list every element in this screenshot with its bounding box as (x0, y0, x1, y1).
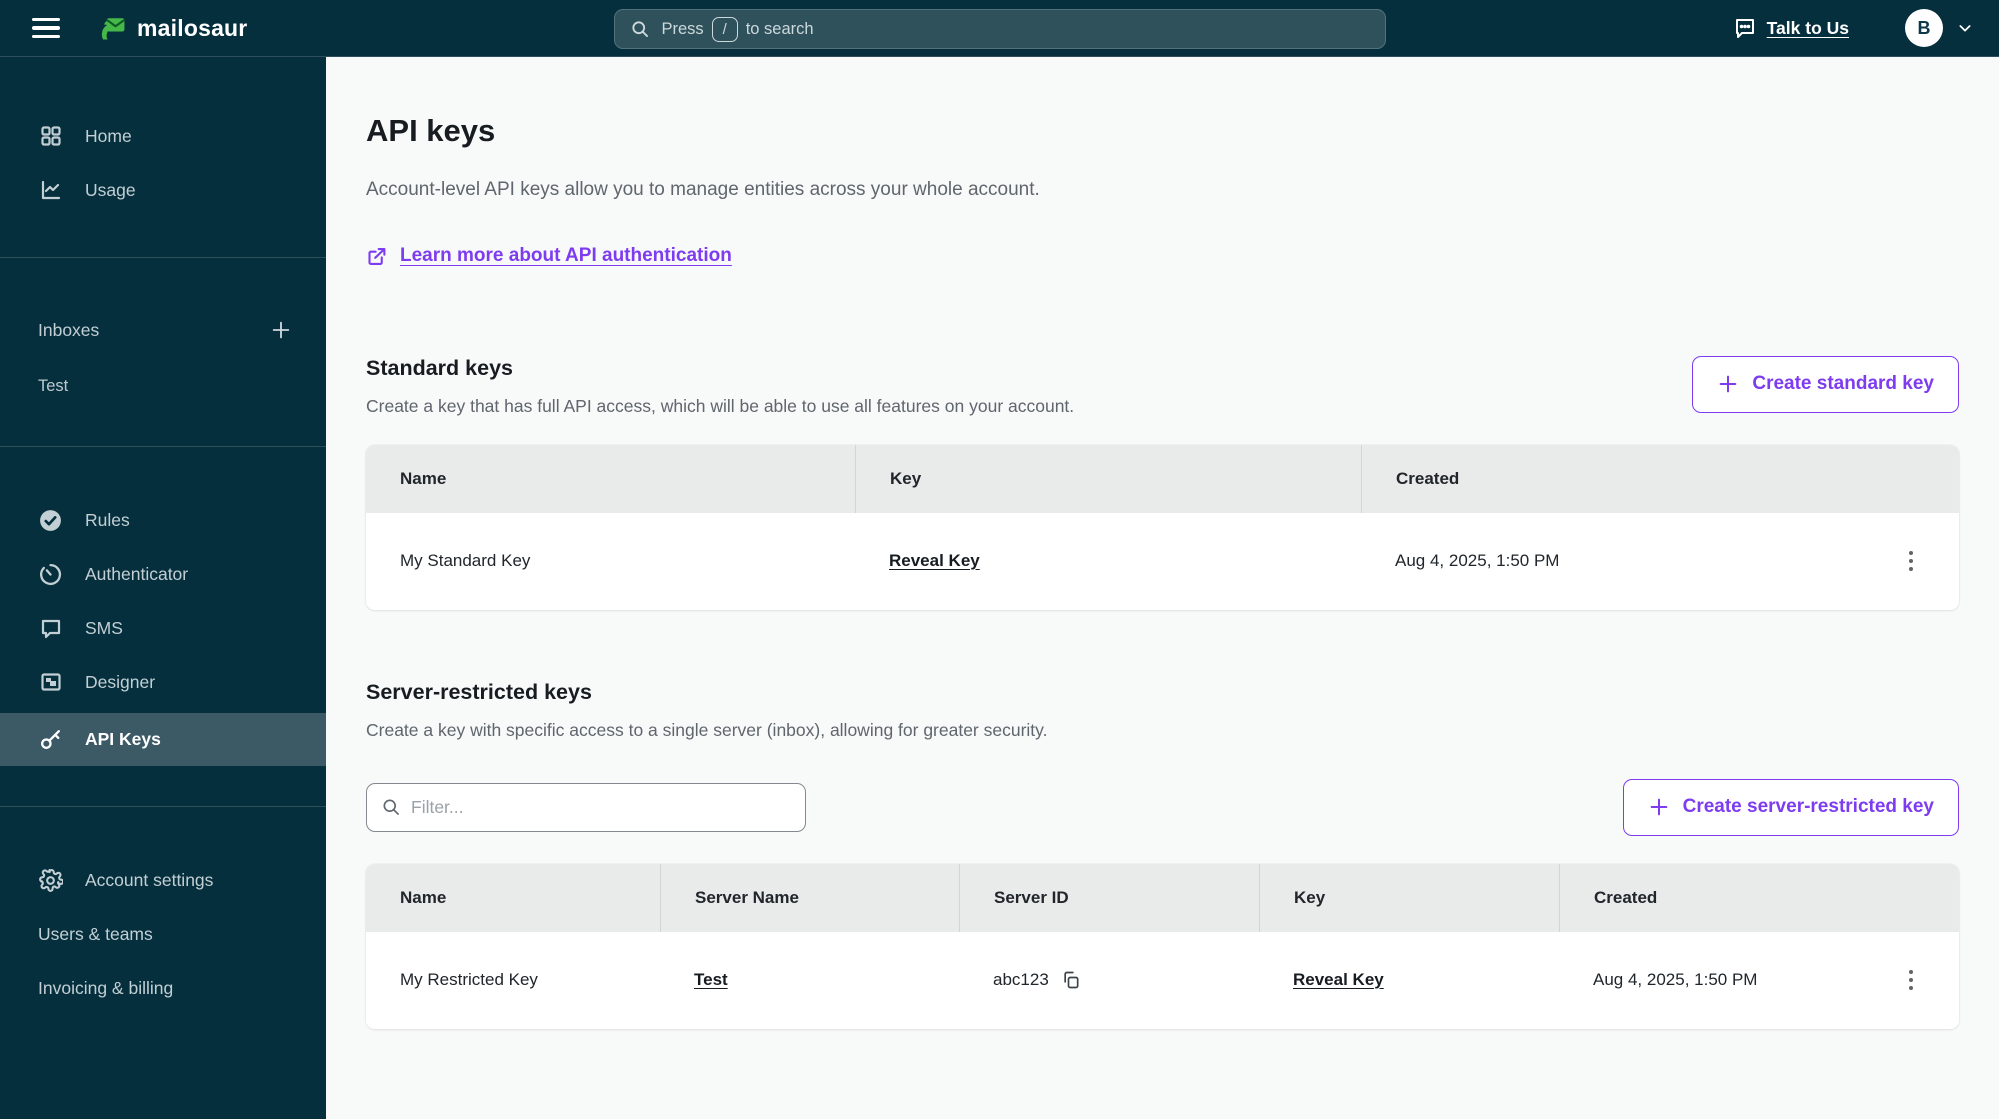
sidebar-item-sms[interactable]: SMS (0, 605, 326, 651)
page-title: API keys (366, 113, 496, 148)
chevron-down-icon[interactable] (1957, 20, 1973, 36)
sidebar-item-label: Usage (85, 179, 136, 200)
reveal-key-link[interactable]: Reveal Key (889, 551, 980, 571)
column-header-name: Name (400, 468, 447, 488)
standard-keys-table: Name Key Created My Standard Key Reveal … (366, 444, 1959, 610)
sidebar-item-label: Invoicing & billing (38, 977, 174, 998)
reveal-key-link[interactable]: Reveal Key (1293, 970, 1384, 990)
sidebar-divider (0, 257, 326, 258)
sidebar-item-label: Account settings (85, 869, 214, 890)
inbox-label: Test (38, 376, 69, 395)
chat-dots-icon (1733, 16, 1757, 40)
column-header-name: Name (400, 887, 447, 907)
sidebar-item-label: Users & teams (38, 923, 153, 944)
column-header-server-id: Server ID (959, 863, 1259, 932)
learn-more-label: Learn more about API authentication (400, 245, 732, 266)
topbar-right: Talk to Us B (1733, 9, 1973, 47)
column-header-created: Created (1559, 863, 1959, 932)
standard-key-name: My Standard Key (400, 551, 531, 570)
search-placeholder: Press / to search (662, 16, 814, 42)
search-icon (381, 797, 401, 817)
avatar[interactable]: B (1905, 9, 1943, 47)
server-restricted-keys-section: Server-restricted keys Create a key with… (366, 680, 1959, 1029)
sidebar-item-users-teams[interactable]: Users & teams (0, 911, 326, 957)
sidebar-item-label: Authenticator (85, 563, 189, 584)
standard-keys-table-header: Name Key Created (366, 444, 1959, 513)
mailosaur-logo[interactable]: mailosaur (96, 12, 247, 44)
create-server-restricted-key-label: Create server-restricted key (1682, 796, 1934, 817)
inboxes-label: Inboxes (38, 319, 100, 340)
sidebar-item-usage[interactable]: Usage (0, 167, 326, 213)
create-standard-key-button[interactable]: Create standard key (1692, 355, 1959, 413)
create-server-restricted-key-button[interactable]: Create server-restricted key (1622, 778, 1959, 836)
sidebar-item-rules[interactable]: Rules (0, 497, 326, 543)
learn-more-link[interactable]: Learn more about API authentication (366, 245, 732, 267)
key-icon (38, 727, 63, 752)
row-actions-kebab-icon[interactable] (1897, 544, 1925, 578)
sidebar-tools-group: Rules Authenticator SMS Designer API Key… (0, 447, 326, 766)
server-keys-table-header: Name Server Name Server ID Key Created (366, 863, 1959, 932)
standard-key-created: Aug 4, 2025, 1:50 PM (1395, 551, 1560, 570)
sidebar-item-account-settings[interactable]: Account settings (0, 857, 326, 903)
sidebar-item-label: Home (85, 125, 132, 146)
talk-to-us-link[interactable]: Talk to Us (1733, 16, 1849, 40)
sidebar-item-home[interactable]: Home (0, 113, 326, 159)
hamburger-menu-icon[interactable] (32, 18, 60, 38)
filter-input[interactable] (411, 796, 791, 818)
standard-keys-section: Standard keys Create a key that has full… (366, 355, 1959, 610)
sidebar-item-api-keys[interactable]: API Keys (0, 713, 326, 766)
inboxes-header: Inboxes (0, 308, 326, 352)
server-keys-heading: Server-restricted keys (366, 679, 592, 704)
main-content: API keys Account-level API keys allow yo… (326, 57, 1999, 1029)
logo-text: mailosaur (137, 14, 248, 41)
standard-keys-heading: Standard keys (366, 355, 513, 380)
sidebar-item-authenticator[interactable]: Authenticator (0, 551, 326, 597)
check-circle-icon (38, 508, 63, 533)
table-row: My Standard Key Reveal Key Aug 4, 2025, … (366, 512, 1959, 610)
global-search-input[interactable]: Press / to search (613, 9, 1386, 49)
gear-icon (38, 868, 63, 893)
sidebar-item-label: Designer (85, 671, 156, 692)
chat-bubble-icon (38, 616, 63, 641)
mailosaur-dino-icon (96, 12, 128, 44)
page-subtitle: Account-level API keys allow you to mana… (366, 179, 1040, 200)
topbar: mailosaur Press / to search Talk to Us B (0, 0, 1999, 57)
chart-icon (38, 178, 63, 203)
server-keys-description: Create a key with specific access to a s… (366, 719, 1048, 740)
search-icon (630, 19, 650, 39)
column-header-key: Key (855, 444, 1361, 513)
external-link-icon (366, 246, 387, 267)
sidebar-item-label: API Keys (85, 729, 161, 749)
slash-keycap: / (711, 16, 738, 42)
grid-icon (38, 124, 63, 149)
row-actions-kebab-icon[interactable] (1897, 963, 1925, 997)
image-icon (38, 670, 63, 695)
sidebar-account-group: Account settings Users & teams Invoicing… (0, 807, 326, 1011)
column-header-server-name: Server Name (660, 863, 959, 932)
sidebar-item-invoicing-billing[interactable]: Invoicing & billing (0, 965, 326, 1011)
server-name-link[interactable]: Test (694, 970, 728, 990)
server-keys-table: Name Server Name Server ID Key Created M… (366, 863, 1959, 1029)
column-header-created: Created (1361, 444, 1959, 513)
talk-to-us-label: Talk to Us (1766, 17, 1849, 38)
standard-keys-description: Create a key that has full API access, w… (366, 395, 1075, 416)
create-standard-key-label: Create standard key (1752, 373, 1934, 394)
plus-icon (1717, 373, 1739, 395)
column-header-key: Key (1259, 863, 1559, 932)
sidebar-item-label: Rules (85, 509, 130, 530)
timer-icon (38, 562, 63, 587)
sidebar-item-label: SMS (85, 617, 123, 638)
sidebar: Home Usage Inboxes Test Rules Authentica… (0, 57, 326, 1119)
copy-icon[interactable] (1061, 970, 1081, 990)
sidebar-inbox-test[interactable]: Test (0, 366, 326, 406)
plus-icon (1648, 796, 1670, 818)
server-key-name: My Restricted Key (400, 970, 538, 989)
server-keys-toolbar: Create server-restricted key (366, 778, 1959, 836)
server-id-value: abc123 (993, 970, 1049, 989)
sidebar-item-designer[interactable]: Designer (0, 659, 326, 705)
table-row: My Restricted Key Test abc123 Reveal Key… (366, 931, 1959, 1029)
add-inbox-plus-icon[interactable] (270, 319, 292, 341)
filter-input-wrapper (366, 782, 806, 832)
